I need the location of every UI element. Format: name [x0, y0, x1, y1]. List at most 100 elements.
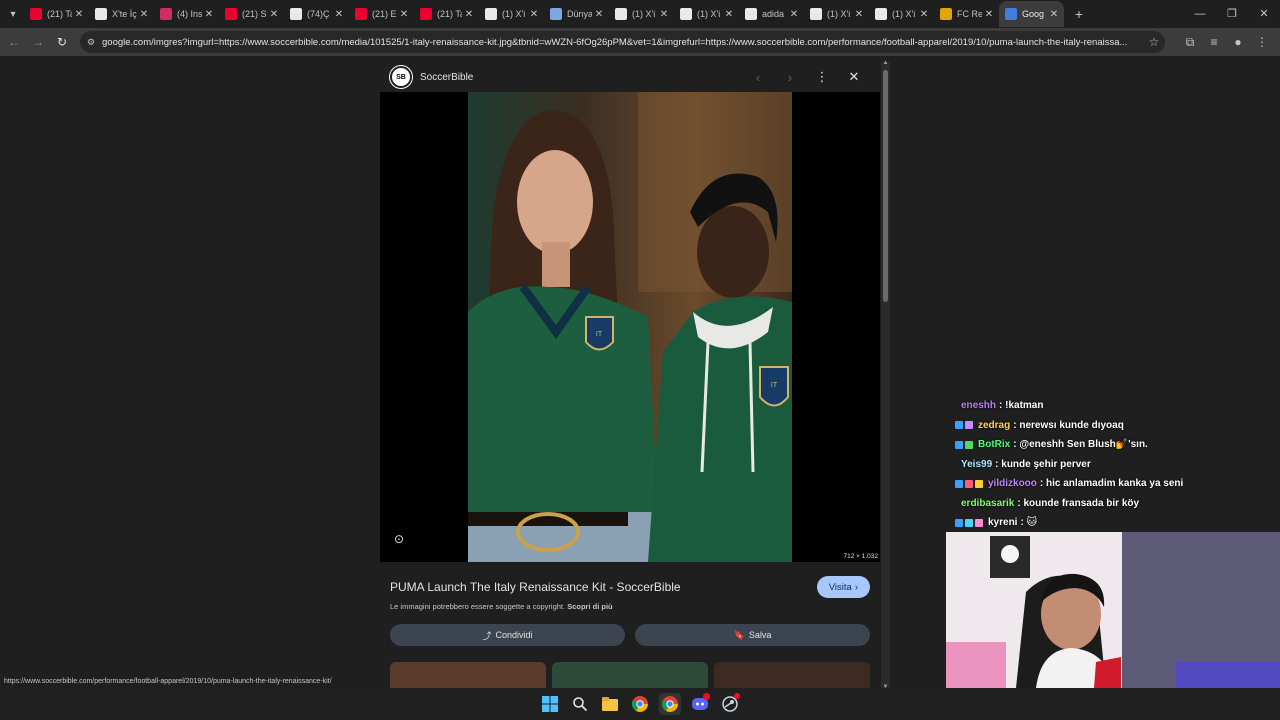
chat-text: : @eneshh Sen Blush💅'sın. [1013, 439, 1148, 451]
next-image-icon[interactable]: › [774, 70, 806, 85]
chrome-icon[interactable] [629, 693, 651, 715]
reload-icon[interactable]: ↻ [50, 35, 74, 49]
browser-tab[interactable]: (21) E ✕ [349, 1, 414, 27]
restore-icon[interactable]: ❐ [1216, 0, 1248, 28]
address-bar[interactable]: ⚙ google.com/imgres?imgurl=https://www.s… [80, 31, 1165, 53]
browser-tab[interactable]: (1) X'i ✕ [609, 1, 674, 27]
youtube-icon [225, 8, 237, 20]
forward-icon[interactable]: → [26, 35, 50, 49]
chat-text: : !katman [999, 400, 1044, 412]
browser-tab[interactable]: (74)Ç ✕ [284, 1, 349, 27]
extensions-icon[interactable]: ⧉ [1178, 35, 1202, 50]
tab-search-chevron-icon[interactable]: ▾ [2, 3, 24, 25]
browser-tab[interactable]: (21) St ✕ [219, 1, 284, 27]
tab-close-icon[interactable]: ✕ [982, 9, 996, 20]
tab-close-icon[interactable]: ✕ [137, 9, 151, 20]
browser-tab[interactable]: Dünya ✕ [544, 1, 609, 27]
share-button[interactable]: ⤴ Condividi [390, 624, 625, 646]
search-icon[interactable] [569, 693, 591, 715]
tab-close-icon[interactable]: ✕ [722, 9, 736, 20]
browser-tab[interactable]: (21) Ta✕ [414, 1, 479, 27]
copyright-text: Le immagini potrebbero essere soggette a… [390, 602, 566, 611]
x-icon [810, 8, 822, 20]
tab-close-icon[interactable]: ✕ [267, 9, 281, 20]
image-preview[interactable]: IT IT ⊙ 712 × 1.032 [380, 92, 880, 562]
adidas-icon [745, 8, 757, 20]
x-icon [615, 8, 627, 20]
scroll-up-icon[interactable]: ▲ [881, 60, 890, 66]
close-icon[interactable]: ✕ [838, 69, 870, 85]
chat-username: eneshh [961, 400, 997, 412]
menu-kebab-icon[interactable]: ⋮ [1250, 35, 1274, 49]
minimize-icon[interactable]: — [1184, 0, 1216, 28]
site-info-icon[interactable]: ⚙ [80, 37, 102, 48]
browser-tab[interactable]: (1) X'i ✕ [869, 1, 934, 27]
share-label: Condividi [495, 630, 533, 640]
browser-tab[interactable]: Goog ✕ [999, 1, 1064, 27]
tab-close-icon[interactable]: ✕ [917, 9, 931, 20]
tab-title: (21) St [242, 9, 267, 19]
tiktok-icon [290, 8, 302, 20]
viewer-scrollbar[interactable]: ▲ ▼ [881, 60, 890, 690]
chat-message: eneshh: !katman [955, 396, 1275, 416]
chat-badge-icon [975, 479, 983, 488]
tab-close-icon[interactable]: ✕ [527, 9, 541, 20]
preview-photo[interactable]: IT IT [468, 92, 792, 562]
browser-tab[interactable]: (21) Ta✕ [24, 1, 89, 27]
discord-icon[interactable] [689, 693, 711, 715]
more-options-icon[interactable]: ⋮ [806, 69, 838, 85]
x-icon [680, 8, 692, 20]
related-image-thumbnail[interactable] [390, 662, 546, 688]
chat-badge-icon [955, 479, 963, 488]
notification-dot-icon [734, 693, 740, 699]
tab-close-icon[interactable]: ✕ [657, 9, 671, 20]
image-actions: ⤴ Condividi 🔖 Salva [390, 624, 870, 646]
new-tab-button[interactable]: + [1068, 6, 1090, 22]
webcam-illustration [946, 532, 1280, 688]
browser-tab[interactable]: X'te İç ✕ [89, 1, 154, 27]
chrome-active-icon[interactable] [659, 693, 681, 715]
tab-close-icon[interactable]: ✕ [72, 9, 86, 20]
fc-icon [940, 8, 952, 20]
related-image-thumbnail[interactable] [714, 662, 870, 688]
browser-tab[interactable]: (4) Ins ✕ [154, 1, 219, 27]
tab-close-icon[interactable]: ✕ [202, 9, 216, 20]
visit-button[interactable]: Visita › [816, 576, 870, 598]
browser-tab[interactable]: adida ✕ [739, 1, 804, 27]
browser-tab[interactable]: FC Re ✕ [934, 1, 999, 27]
previous-image-icon[interactable]: ‹ [742, 70, 774, 85]
tab-close-icon[interactable]: ✕ [787, 9, 801, 20]
tab-close-icon[interactable]: ✕ [332, 9, 346, 20]
file-explorer-icon[interactable] [599, 693, 621, 715]
google-lens-icon[interactable]: ⊙ [394, 532, 410, 548]
toolbar-right: ⧉ ≡ ● ⋮ [1178, 28, 1274, 56]
browser-tab[interactable]: (1) X'i ✕ [804, 1, 869, 27]
tab-close-icon[interactable]: ✕ [1047, 9, 1061, 20]
browser-tab[interactable]: (1) X'i ✕ [479, 1, 544, 27]
scrollbar-thumb[interactable] [883, 70, 888, 302]
chat-message: zedrag: nerewsı kunde dıyoaq [955, 416, 1275, 436]
save-button[interactable]: 🔖 Salva [635, 624, 870, 646]
image-title-row: PUMA Launch The Italy Renaissance Kit - … [390, 576, 870, 598]
media-controls-icon[interactable]: ≡ [1202, 35, 1226, 49]
tab-close-icon[interactable]: ✕ [397, 9, 411, 20]
tab-close-icon[interactable]: ✕ [462, 9, 476, 20]
chat-text: : kunde şehir perver [995, 458, 1091, 470]
back-icon[interactable]: ← [2, 35, 26, 49]
viewer-header: SB SoccerBible ‹ › ⋮ ✕ [380, 62, 880, 92]
bookmark-star-icon[interactable]: ☆ [1143, 35, 1165, 49]
image-title[interactable]: PUMA Launch The Italy Renaissance Kit - … [390, 580, 681, 594]
profile-avatar[interactable]: ● [1226, 35, 1250, 49]
windows-start-icon[interactable] [539, 693, 561, 715]
learn-more-link[interactable]: Scopri di più [567, 602, 612, 611]
source-logo[interactable]: SB [390, 66, 412, 88]
tab-close-icon[interactable]: ✕ [592, 9, 606, 20]
source-name[interactable]: SoccerBible [420, 72, 473, 83]
browser-tab[interactable]: (1) X'i ✕ [674, 1, 739, 27]
steam-icon[interactable] [719, 693, 741, 715]
close-window-icon[interactable]: ✕ [1248, 0, 1280, 28]
tab-close-icon[interactable]: ✕ [852, 9, 866, 20]
url-text[interactable]: google.com/imgres?imgurl=https://www.soc… [102, 37, 1143, 48]
related-image-thumbnail[interactable] [552, 662, 708, 688]
related-images-strip [390, 662, 870, 688]
